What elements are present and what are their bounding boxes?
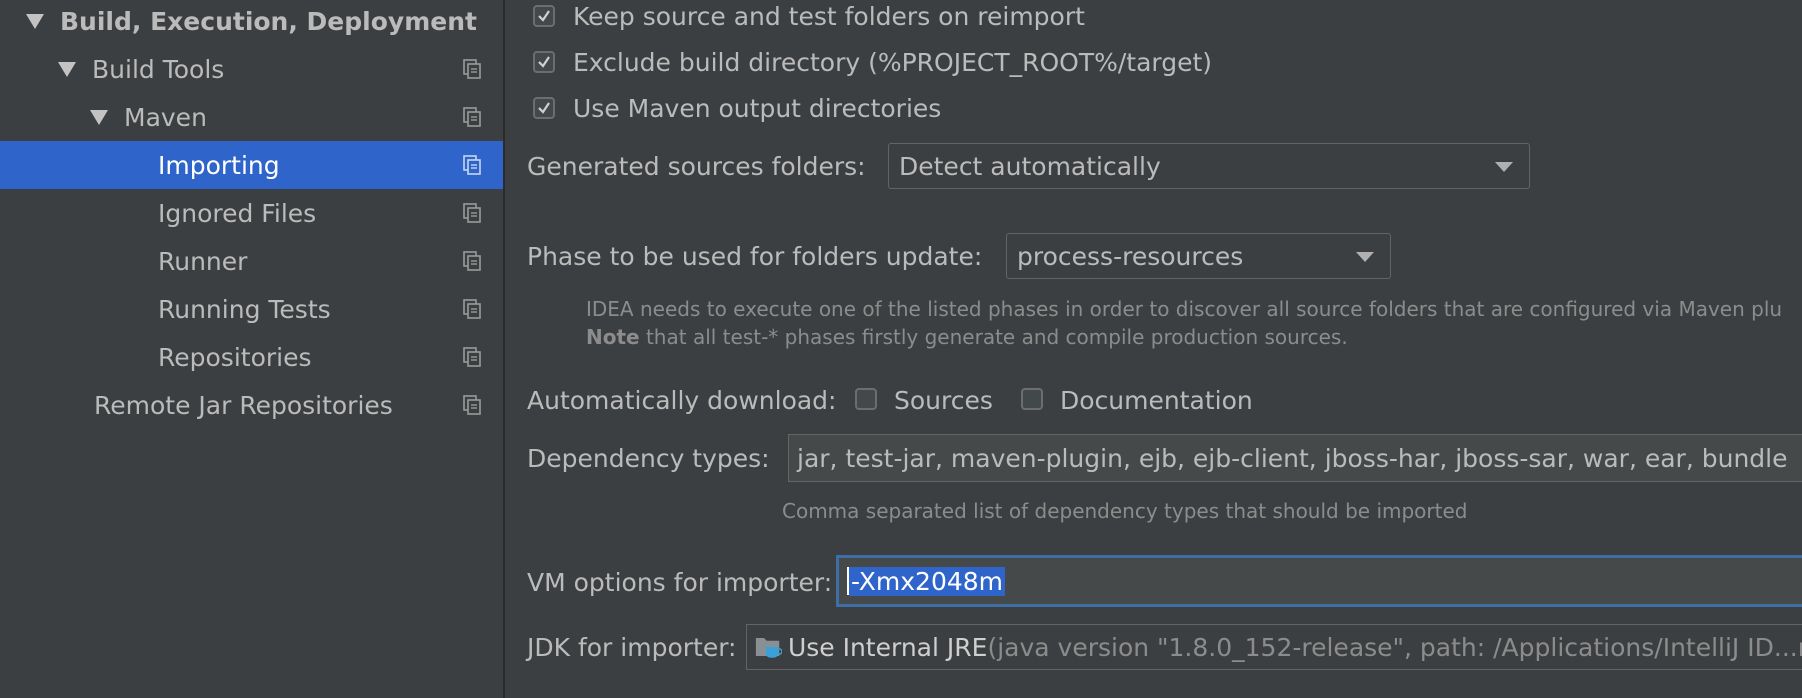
project-settings-icon [463, 59, 481, 79]
documentation-label[interactable]: Documentation [1060, 386, 1253, 415]
tree-item-label: Build, Execution, Deployment [60, 6, 477, 36]
tree-item-label: Running Tests [158, 294, 331, 324]
dependency-types-value: jar, test-jar, maven-plugin, ejb, ejb-cl… [797, 443, 1788, 473]
combo-value: process-resources [1017, 241, 1244, 271]
sources-label[interactable]: Sources [894, 386, 993, 415]
exclude-build-label[interactable]: Exclude build directory (%PROJECT_ROOT%/… [573, 48, 1212, 77]
checkmark-icon [538, 56, 550, 68]
tree-item-label: Build Tools [92, 54, 225, 84]
tree-item-label: Remote Jar Repositories [94, 390, 393, 420]
checkmark-icon [538, 10, 550, 22]
tree-item-remote-jar-repositories[interactable]: Remote Jar Repositories [0, 381, 503, 429]
vm-options-input[interactable]: -Xmx2048m [836, 555, 1802, 607]
tree-item-label: Importing [158, 150, 280, 180]
dependency-types-label: Dependency types: [527, 444, 770, 473]
chevron-down-icon [1356, 252, 1374, 262]
importing-settings-panel: Keep source and test folders on reimport… [505, 0, 1802, 698]
expand-arrow-icon[interactable] [26, 13, 44, 29]
tree-item-label: Maven [124, 102, 207, 132]
auto-download-label: Automatically download: [527, 386, 837, 415]
vm-options-label: VM options for importer: [527, 568, 833, 597]
tree-item-running-tests[interactable]: Running Tests [0, 285, 503, 333]
chevron-down-icon [1495, 162, 1513, 172]
project-settings-icon [463, 107, 481, 127]
jdk-value: Use Internal JRE [787, 632, 988, 662]
tree-item-importing[interactable]: Importing [0, 141, 503, 189]
sources-checkbox[interactable] [855, 388, 877, 410]
dependency-types-input[interactable]: jar, test-jar, maven-plugin, ejb, ejb-cl… [788, 434, 1802, 482]
jdk-label: JDK for importer: [527, 633, 737, 662]
generated-sources-combo[interactable]: Detect automatically [888, 143, 1530, 189]
keep-source-checkbox[interactable] [533, 5, 555, 27]
phase-hint-note: Note [586, 325, 640, 349]
phase-hint-line1: IDEA needs to execute one of the listed … [586, 297, 1783, 321]
settings-tree: Build, Execution, Deployment Build Tools… [0, 0, 503, 698]
project-settings-icon [463, 251, 481, 271]
tree-item-build-tools[interactable]: Build Tools [0, 45, 503, 93]
combo-value: Detect automatically [899, 151, 1161, 181]
use-output-dirs-label[interactable]: Use Maven output directories [573, 94, 941, 123]
dependency-types-hint: Comma separated list of dependency types… [782, 499, 1468, 523]
project-settings-icon [463, 395, 481, 415]
use-output-dirs-checkbox[interactable] [533, 97, 555, 119]
tree-item-repositories[interactable]: Repositories [0, 333, 503, 381]
tree-item-ignored-files[interactable]: Ignored Files [0, 189, 503, 237]
exclude-build-checkbox[interactable] [533, 51, 555, 73]
tree-item-label: Repositories [158, 342, 312, 372]
tree-item-build-execution-deployment[interactable]: Build, Execution, Deployment [0, 0, 503, 45]
phase-combo[interactable]: process-resources [1006, 233, 1391, 279]
phase-label: Phase to be used for folders update: [527, 242, 983, 271]
project-settings-icon [463, 155, 481, 175]
checkmark-icon [538, 102, 550, 114]
jdk-combo[interactable]: Use Internal JRE (java version "1.8.0_15… [746, 624, 1802, 670]
folder-java-icon [755, 638, 782, 658]
tree-item-label: Runner [158, 246, 248, 276]
tree-item-label: Ignored Files [158, 198, 317, 228]
generated-sources-label: Generated sources folders: [527, 152, 866, 181]
expand-arrow-icon[interactable] [58, 61, 76, 77]
phase-hint-line2: Note that all test-* phases firstly gene… [586, 325, 1348, 349]
project-settings-icon [463, 203, 481, 223]
project-settings-icon [463, 299, 481, 319]
jdk-detail: (java version "1.8.0_152-release", path:… [987, 632, 1802, 662]
tree-item-runner[interactable]: Runner [0, 237, 503, 285]
tree-item-maven[interactable]: Maven [0, 93, 503, 141]
expand-arrow-icon[interactable] [90, 109, 108, 125]
phase-hint-text: that all test-* phases firstly generate … [639, 325, 1348, 349]
vm-options-value: -Xmx2048m [849, 566, 1006, 596]
keep-source-label[interactable]: Keep source and test folders on reimport [573, 2, 1085, 31]
project-settings-icon [463, 347, 481, 367]
documentation-checkbox[interactable] [1021, 388, 1043, 410]
